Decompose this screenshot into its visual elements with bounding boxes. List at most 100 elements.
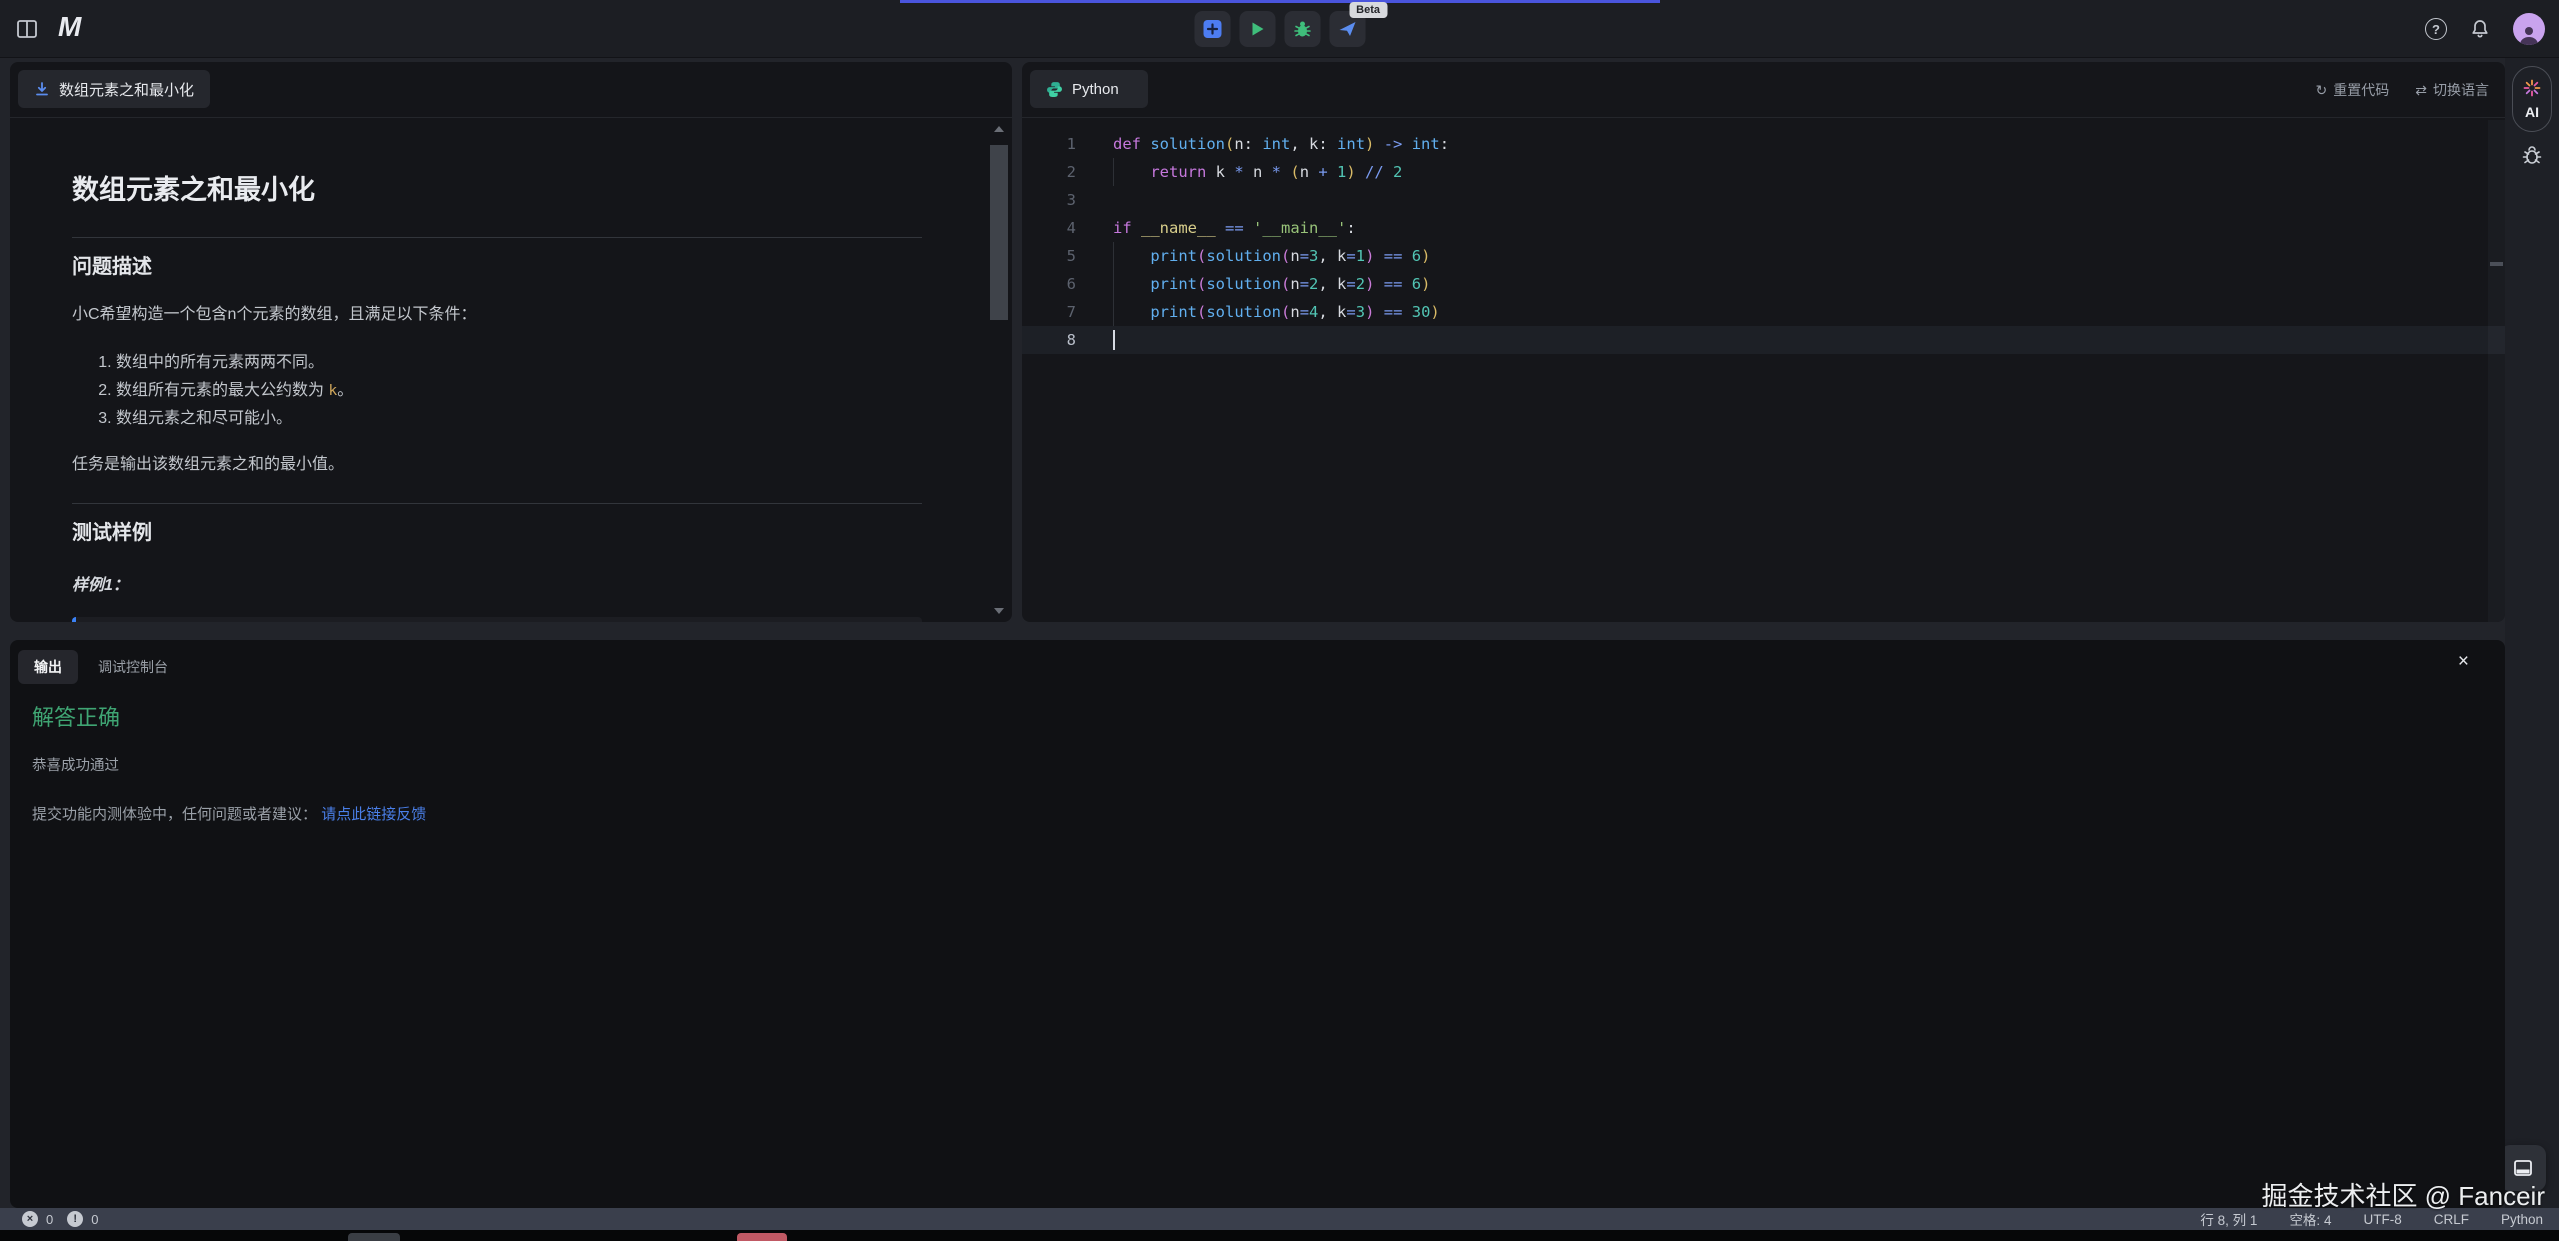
code-line[interactable]: print(solution(n=4, k=3) == 30) [1022, 298, 2488, 326]
code-line[interactable]: if __name__ == '__main__': [1022, 214, 2488, 242]
errors-count: 0 [46, 1212, 53, 1227]
overview-line-marker [2488, 326, 2505, 354]
conditions-list: 数组中的所有元素两两不同。 数组所有元素的最大公约数为 k。 数组元素之和尽可能… [72, 349, 922, 433]
output-panel: 输出 调试控制台 × 解答正确 恭喜成功通过 提交功能内测体验中，任何问题或者建… [10, 640, 2505, 1208]
layout-toggle-button[interactable] [16, 18, 38, 40]
tab-output[interactable]: 输出 [18, 650, 78, 684]
help-button[interactable]: ? [2425, 18, 2447, 40]
community-watermark: 掘金技术社区 @ Fanceir [2261, 1176, 2545, 1213]
download-icon [34, 81, 50, 97]
ai-label: AI [2525, 104, 2539, 120]
sample-input-block: 输入：n = 3, k = 1 [72, 617, 922, 622]
scroll-up-arrow-icon[interactable] [994, 126, 1004, 132]
code-line[interactable]: def solution(n: int, k: int) -> int: [1022, 130, 2488, 158]
encoding[interactable]: UTF-8 [2363, 1212, 2401, 1227]
code-area[interactable]: 12345678 def solution(n: int, k: int) ->… [1022, 130, 2488, 622]
output-content: 解答正确 恭喜成功通过 提交功能内测体验中，任何问题或者建议： 请点此链接反馈 [10, 700, 2505, 824]
run-button[interactable] [1239, 11, 1275, 47]
taskbar-item[interactable] [348, 1233, 400, 1241]
problem-title: 数组元素之和最小化 [72, 168, 922, 207]
run-actions-group: Beta [1194, 11, 1365, 47]
reset-icon: ↻ [2316, 82, 2328, 99]
user-avatar[interactable] [2513, 13, 2545, 45]
top-right-group: ? [2425, 0, 2545, 58]
warnings-icon: ! [67, 1211, 83, 1227]
eol-setting[interactable]: CRLF [2434, 1212, 2469, 1227]
problem-tab[interactable]: 数组元素之和最小化 [18, 70, 210, 108]
result-subtitle: 恭喜成功通过 [32, 754, 2505, 775]
debug-run-button[interactable] [1284, 11, 1320, 47]
switch-language-button[interactable]: ⇄ 切换语言 [2415, 80, 2489, 100]
python-tab-label: Python [1072, 81, 1119, 98]
sparkle-icon [2522, 78, 2542, 98]
feedback-line: 提交功能内测体验中，任何问题或者建议： 请点此链接反馈 [32, 803, 2505, 824]
cursor-position[interactable]: 行 8, 列 1 [2200, 1209, 2257, 1229]
editor-scrollbar[interactable] [2488, 120, 2505, 622]
warnings-count: 0 [91, 1212, 98, 1227]
sample-1-label: 样例1： [72, 571, 922, 595]
code-editor-panel: Python ↻ 重置代码 ⇄ 切换语言 12345678 def soluti… [1022, 62, 2505, 622]
list-item: 数组中的所有元素两两不同。 [116, 349, 922, 377]
code-line[interactable] [1022, 326, 2488, 354]
editor-tab-row: Python ↻ 重置代码 ⇄ 切换语言 [1022, 62, 2505, 118]
close-panel-icon[interactable]: × [2458, 652, 2469, 671]
bug-outline-icon [2520, 143, 2544, 167]
beta-badge: Beta [1349, 2, 1387, 18]
tab-debug-console[interactable]: 调试控制台 [98, 650, 168, 684]
feedback-link[interactable]: 请点此链接反馈 [321, 806, 426, 823]
scrollbar-thumb[interactable] [990, 145, 1008, 320]
section-problem-heading: 问题描述 [72, 250, 922, 279]
problem-description-panel: 数组元素之和最小化 数组元素之和最小化 问题描述 小C希望构造一个包含n个元素的… [10, 62, 1012, 622]
divider [72, 237, 922, 238]
list-item: 数组所有元素的最大公约数为 k。 [116, 377, 922, 405]
list-item: 数组元素之和尽可能小。 [116, 405, 922, 433]
code-line[interactable]: print(solution(n=3, k=1) == 6) [1022, 242, 2488, 270]
notifications-bell-icon[interactable] [2469, 18, 2491, 40]
editor-code[interactable]: def solution(n: int, k: int) -> int: ret… [1022, 130, 2488, 354]
paper-plane-icon [1337, 19, 1357, 39]
editor-toolbar: ↻ 重置代码 ⇄ 切换语言 [2316, 62, 2489, 118]
code-line[interactable] [1022, 186, 2488, 214]
marscode-logo[interactable]: M [58, 11, 79, 43]
description-content: 数组元素之和最小化 问题描述 小C希望构造一个包含n个元素的数组，且满足以下条件… [72, 118, 922, 622]
code-line[interactable]: print(solution(n=2, k=2) == 6) [1022, 270, 2488, 298]
sidebar-debug-button[interactable] [2520, 143, 2544, 172]
top-progress-accent [900, 0, 1660, 3]
language-mode[interactable]: Python [2501, 1212, 2543, 1227]
top-bar: M Beta ? [0, 0, 2559, 58]
inline-code-k: k [328, 383, 337, 399]
reset-code-label: 重置代码 [2333, 80, 2389, 100]
description-tab-row: 数组元素之和最小化 [10, 62, 1012, 118]
output-tab-row: 输出 调试控制台 × [10, 640, 2505, 692]
section-samples-heading: 测试样例 [72, 516, 922, 545]
app-root: M Beta ? [0, 0, 2559, 1241]
bottom-task-strip [0, 1230, 2559, 1241]
right-sidebar: AI [2505, 58, 2559, 1208]
swap-arrows-icon: ⇄ [2415, 82, 2427, 99]
code-line[interactable]: return k * n * (n + 1) // 2 [1022, 158, 2488, 186]
errors-icon: × [22, 1211, 38, 1227]
status-bar: × 0 ! 0 行 8, 列 1 空格: 4 UTF-8 CRLF Python [0, 1208, 2559, 1230]
problems-summary[interactable]: × 0 ! 0 [0, 1211, 98, 1227]
divider [72, 503, 922, 504]
switch-language-label: 切换语言 [2433, 80, 2489, 100]
description-scrollbar[interactable] [990, 120, 1008, 616]
scroll-down-arrow-icon[interactable] [994, 608, 1004, 614]
taskbar-item[interactable] [737, 1233, 787, 1241]
split-panel-icon [16, 18, 38, 40]
bug-icon [1292, 19, 1312, 39]
editor-scrollbar-thumb[interactable] [2490, 262, 2503, 266]
ai-assistant-button[interactable]: AI [2512, 66, 2552, 132]
task-statement: 任务是输出该数组元素之和的最小值。 [72, 453, 922, 477]
problem-intro: 小C希望构造一个包含n个元素的数组，且满足以下条件： [72, 303, 922, 327]
python-icon [1046, 81, 1063, 98]
reset-code-button[interactable]: ↻ 重置代码 [2316, 80, 2390, 100]
result-status: 解答正确 [32, 700, 2505, 732]
feedback-text: 提交功能内测体验中，任何问题或者建议： [32, 806, 317, 823]
plus-square-icon [1202, 19, 1222, 39]
problem-tab-label: 数组元素之和最小化 [59, 79, 194, 100]
text-cursor [1113, 330, 1115, 350]
add-test-button[interactable] [1194, 11, 1230, 47]
python-tab[interactable]: Python [1030, 70, 1148, 108]
submit-button[interactable]: Beta [1329, 11, 1365, 47]
